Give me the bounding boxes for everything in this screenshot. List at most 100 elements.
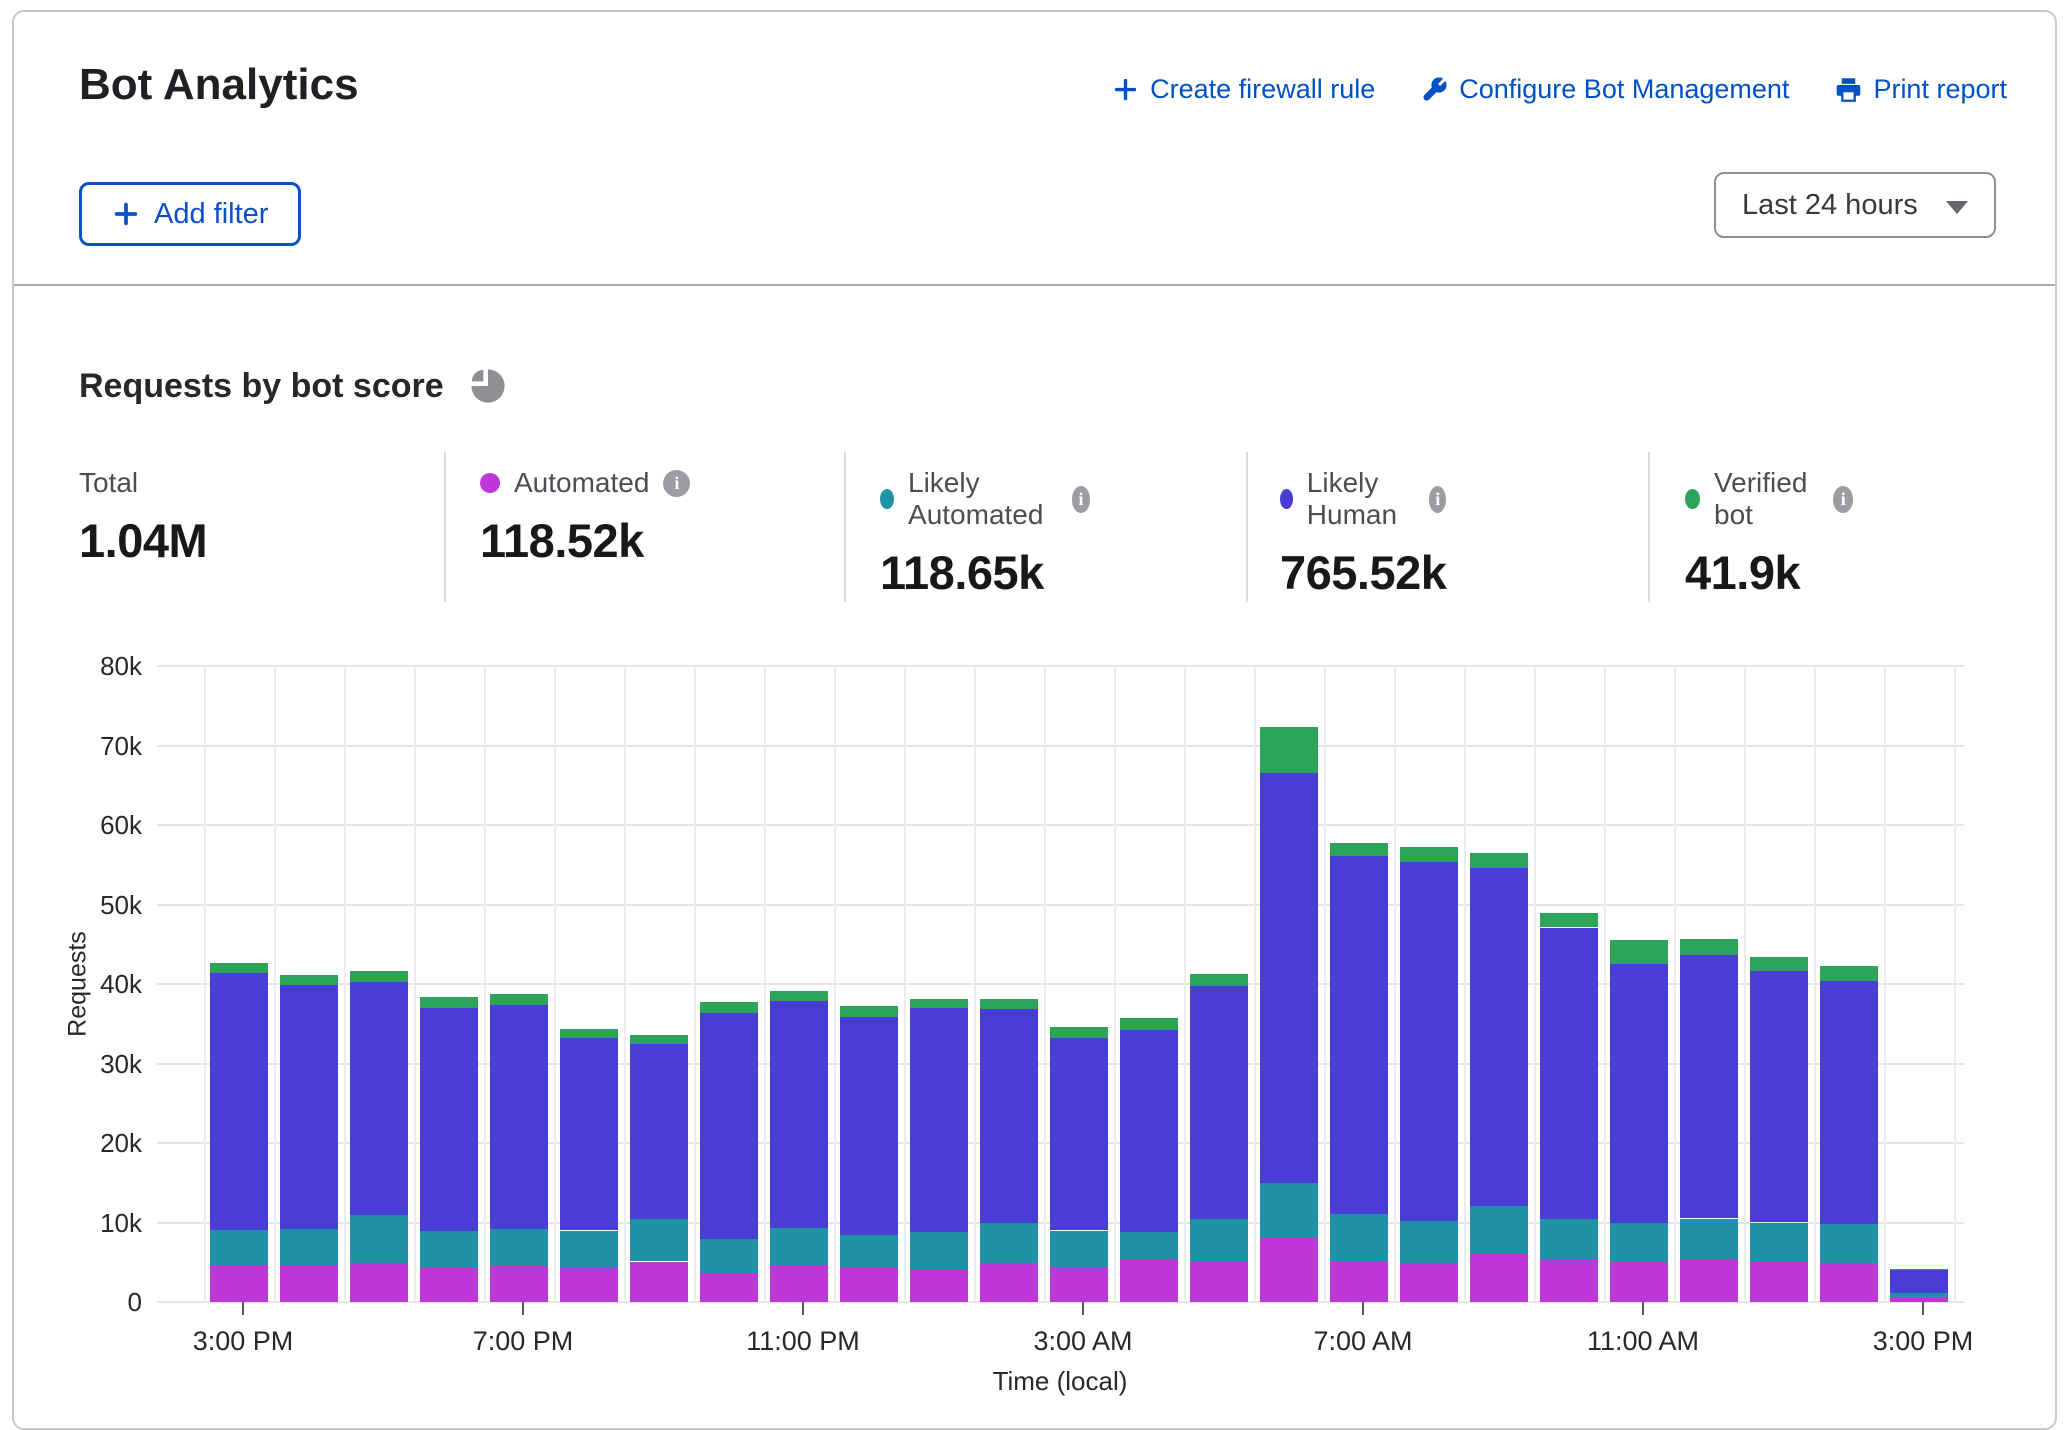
bar-segment-likely-human[interactable] bbox=[630, 1044, 688, 1220]
info-icon[interactable]: i bbox=[1429, 486, 1446, 513]
info-icon[interactable]: i bbox=[663, 470, 690, 497]
bar-segment-verified-bot[interactable] bbox=[210, 963, 268, 973]
bar-segment-verified-bot[interactable] bbox=[1890, 1269, 1948, 1270]
bar-segment-likely-automated[interactable] bbox=[1260, 1183, 1318, 1239]
bar-segment-automated[interactable] bbox=[630, 1262, 688, 1303]
bar-segment-automated[interactable] bbox=[490, 1266, 548, 1302]
bar-segment-automated[interactable] bbox=[1610, 1262, 1668, 1302]
bar-segment-automated[interactable] bbox=[280, 1265, 338, 1302]
bar-segment-likely-human[interactable] bbox=[1470, 868, 1528, 1206]
bar-segment-likely-human[interactable] bbox=[1190, 986, 1248, 1220]
bar-segment-verified-bot[interactable] bbox=[420, 997, 478, 1008]
action-link-create-firewall-rule[interactable]: Create firewall rule bbox=[1112, 74, 1375, 105]
bar-segment-likely-human[interactable] bbox=[840, 1017, 898, 1236]
bar-segment-likely-automated[interactable] bbox=[1120, 1232, 1178, 1260]
bar-segment-verified-bot[interactable] bbox=[630, 1035, 688, 1044]
bar-segment-likely-human[interactable] bbox=[420, 1008, 478, 1231]
bar-segment-likely-automated[interactable] bbox=[1400, 1221, 1458, 1263]
bar-segment-likely-human[interactable] bbox=[770, 1001, 828, 1228]
info-icon[interactable]: i bbox=[1072, 486, 1091, 513]
bar-segment-automated[interactable] bbox=[420, 1268, 478, 1302]
bar-segment-likely-human[interactable] bbox=[490, 1005, 548, 1229]
bar-segment-automated[interactable] bbox=[1190, 1261, 1248, 1302]
bar-segment-automated[interactable] bbox=[700, 1273, 758, 1302]
bar-segment-verified-bot[interactable] bbox=[1190, 974, 1248, 986]
bar-segment-likely-automated[interactable] bbox=[630, 1219, 688, 1261]
bar-segment-likely-human[interactable] bbox=[1820, 981, 1878, 1224]
bar-segment-likely-human[interactable] bbox=[560, 1038, 618, 1230]
bar-segment-likely-human[interactable] bbox=[1050, 1038, 1108, 1230]
bar-segment-likely-human[interactable] bbox=[210, 973, 268, 1230]
info-icon[interactable]: i bbox=[1833, 486, 1853, 513]
bar-segment-automated[interactable] bbox=[1470, 1254, 1528, 1302]
bar-segment-likely-automated[interactable] bbox=[280, 1229, 338, 1266]
bar-segment-likely-human[interactable] bbox=[1400, 862, 1458, 1221]
bar-segment-likely-human[interactable] bbox=[910, 1008, 968, 1232]
bar-segment-verified-bot[interactable] bbox=[910, 999, 968, 1008]
bar-segment-likely-automated[interactable] bbox=[1470, 1206, 1528, 1255]
bar-segment-verified-bot[interactable] bbox=[280, 975, 338, 985]
bar-segment-automated[interactable] bbox=[1120, 1260, 1178, 1302]
bar-segment-likely-human[interactable] bbox=[1890, 1270, 1948, 1293]
bar-segment-likely-automated[interactable] bbox=[1330, 1214, 1388, 1261]
bar-segment-likely-automated[interactable] bbox=[1680, 1219, 1738, 1260]
time-range-dropdown[interactable]: Last 24 hours bbox=[1714, 172, 1996, 238]
bar-segment-likely-automated[interactable] bbox=[350, 1215, 408, 1263]
bar-segment-automated[interactable] bbox=[1680, 1260, 1738, 1302]
bar-segment-likely-human[interactable] bbox=[1750, 971, 1808, 1222]
action-link-print-report[interactable]: Print report bbox=[1835, 74, 2007, 105]
bar-segment-automated[interactable] bbox=[1540, 1259, 1598, 1302]
bar-segment-likely-automated[interactable] bbox=[1050, 1231, 1108, 1268]
bar-segment-automated[interactable] bbox=[1890, 1297, 1948, 1302]
add-filter-button[interactable]: Add filter bbox=[79, 182, 301, 246]
bar-segment-verified-bot[interactable] bbox=[1050, 1027, 1108, 1038]
bar-segment-likely-automated[interactable] bbox=[490, 1229, 548, 1266]
bar-segment-likely-automated[interactable] bbox=[1820, 1224, 1878, 1263]
bar-segment-likely-human[interactable] bbox=[1680, 955, 1738, 1219]
bar-segment-verified-bot[interactable] bbox=[770, 991, 828, 1001]
bar-segment-verified-bot[interactable] bbox=[490, 994, 548, 1005]
bar-segment-likely-human[interactable] bbox=[980, 1009, 1038, 1223]
bar-segment-automated[interactable] bbox=[980, 1263, 1038, 1302]
bar-segment-likely-automated[interactable] bbox=[910, 1232, 968, 1270]
bar-segment-verified-bot[interactable] bbox=[700, 1002, 758, 1013]
bar-segment-likely-human[interactable] bbox=[1120, 1030, 1178, 1232]
bar-segment-verified-bot[interactable] bbox=[1260, 727, 1318, 773]
bar-segment-likely-automated[interactable] bbox=[1540, 1219, 1598, 1259]
bar-segment-automated[interactable] bbox=[1820, 1263, 1878, 1302]
bar-segment-likely-human[interactable] bbox=[1540, 928, 1598, 1220]
bar-segment-verified-bot[interactable] bbox=[980, 999, 1038, 1009]
bar-segment-automated[interactable] bbox=[910, 1270, 968, 1302]
bar-segment-likely-human[interactable] bbox=[1260, 773, 1318, 1182]
bar-segment-likely-automated[interactable] bbox=[210, 1230, 268, 1266]
bar-segment-verified-bot[interactable] bbox=[1330, 843, 1388, 857]
bar-segment-likely-human[interactable] bbox=[1330, 856, 1388, 1214]
bar-segment-verified-bot[interactable] bbox=[1750, 957, 1808, 971]
bar-segment-likely-automated[interactable] bbox=[1610, 1223, 1668, 1262]
bar-segment-automated[interactable] bbox=[210, 1265, 268, 1302]
bar-segment-likely-human[interactable] bbox=[280, 985, 338, 1229]
bar-segment-automated[interactable] bbox=[1750, 1262, 1808, 1302]
bar-segment-automated[interactable] bbox=[840, 1268, 898, 1302]
bar-segment-verified-bot[interactable] bbox=[350, 971, 408, 983]
bar-segment-verified-bot[interactable] bbox=[1610, 940, 1668, 964]
bar-segment-automated[interactable] bbox=[560, 1267, 618, 1302]
bar-segment-automated[interactable] bbox=[1260, 1238, 1318, 1302]
bar-segment-likely-automated[interactable] bbox=[420, 1231, 478, 1268]
bar-segment-likely-automated[interactable] bbox=[1190, 1219, 1248, 1260]
bar-segment-automated[interactable] bbox=[350, 1263, 408, 1302]
bar-segment-likely-automated[interactable] bbox=[1750, 1223, 1808, 1263]
bar-segment-likely-automated[interactable] bbox=[700, 1239, 758, 1272]
bar-segment-automated[interactable] bbox=[1400, 1263, 1458, 1302]
bar-segment-verified-bot[interactable] bbox=[1540, 913, 1598, 927]
bar-segment-likely-automated[interactable] bbox=[560, 1231, 618, 1268]
bar-segment-likely-human[interactable] bbox=[700, 1013, 758, 1240]
bar-segment-automated[interactable] bbox=[770, 1265, 828, 1302]
action-link-configure-bot-management[interactable]: Configure Bot Management bbox=[1421, 74, 1789, 105]
bar-segment-verified-bot[interactable] bbox=[1400, 847, 1458, 862]
bar-segment-verified-bot[interactable] bbox=[1680, 939, 1738, 955]
bar-segment-verified-bot[interactable] bbox=[1820, 966, 1878, 981]
bar-segment-likely-automated[interactable] bbox=[840, 1235, 898, 1268]
bar-segment-verified-bot[interactable] bbox=[1120, 1018, 1178, 1030]
bar-segment-verified-bot[interactable] bbox=[560, 1029, 618, 1038]
